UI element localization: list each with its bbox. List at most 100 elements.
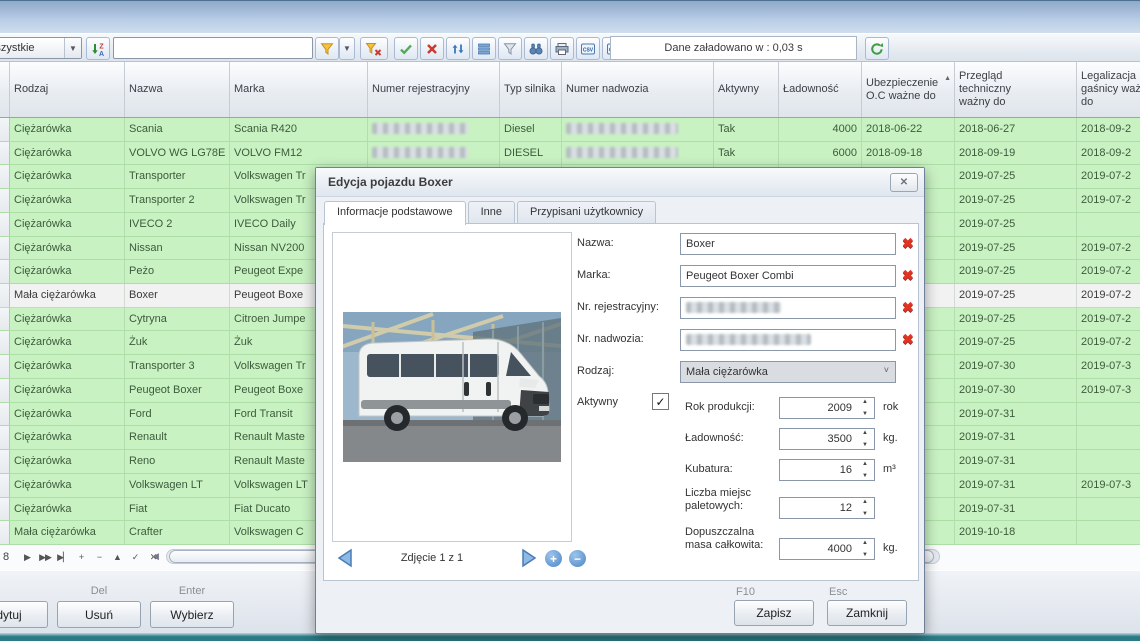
vehicle-form: Nazwa: Boxer ✖ Marka: Peugeot Boxer Combi ✖ Nr… [568, 224, 918, 580]
redacted-text [686, 334, 811, 345]
delete-button[interactable]: Usuń [57, 601, 141, 628]
table-cell: Transporter [125, 165, 230, 189]
column-header[interactable]: Ładowność [779, 62, 862, 117]
close-icon[interactable]: ✕ [890, 173, 918, 192]
marka-field[interactable]: Peugeot Boxer Combi [680, 265, 896, 287]
table-cell: Nissan [125, 236, 230, 260]
column-header[interactable]: Przegląd techniczny ważny do [955, 62, 1077, 117]
field-label: Nr. nadwozia: [577, 333, 644, 345]
dialog-titlebar[interactable]: Edycja pojazdu Boxer ✕ [316, 168, 924, 197]
filter-scope-select[interactable]: Wszystkie ▼ [0, 37, 82, 59]
spinner-icon[interactable]: ▲ ▼ [858, 461, 872, 479]
table-cell: Ciężarówka [10, 355, 125, 378]
column-header[interactable]: Rodzaj [10, 62, 125, 117]
spinner-icon[interactable]: ▲ ▼ [858, 430, 872, 448]
nazwa-field[interactable]: Boxer [680, 233, 896, 255]
table-cell: 2019-07-30 [955, 378, 1077, 402]
column-header[interactable]: Aktywny [714, 62, 779, 117]
sort-az-icon[interactable]: Z A [86, 37, 110, 60]
rok-produkcji-stepper[interactable]: 2009 ▲ ▼ [779, 397, 875, 419]
spinner-icon[interactable]: ▲ ▼ [858, 399, 872, 417]
print-icon[interactable] [550, 37, 574, 60]
row-indicator [0, 450, 10, 473]
clear-filter-icon[interactable] [360, 37, 388, 60]
table-cell: Ciężarówka [10, 236, 125, 260]
table-cell: 2019-07-3 [1077, 379, 1140, 402]
chevron-down-icon[interactable]: ˅ [884, 365, 889, 382]
vehicle-photo [332, 232, 572, 542]
table-cell [368, 118, 500, 141]
select-button[interactable]: Wybierz [150, 601, 234, 628]
table-cell: IVECO 2 [125, 212, 230, 236]
column-header[interactable]: Numer nadwozia [562, 62, 714, 117]
scroll-left-icon[interactable]: ◀ [152, 551, 159, 562]
unit-label: m³ [883, 463, 896, 475]
table-cell: 4000 [779, 118, 862, 141]
nav-next-button[interactable]: ▶ [18, 549, 36, 565]
clear-field-icon[interactable]: ✖ [902, 236, 914, 250]
columns-icon[interactable] [472, 37, 496, 60]
filter-dropdown-icon[interactable]: ▼ [339, 37, 355, 60]
photo-navigation: Zdjęcie 1 z 1 + − [332, 545, 592, 573]
rodzaj-select[interactable]: Mała ciężarówka ˅ [680, 361, 896, 383]
table-row[interactable]: Ciężarówka Scania Scania R420 Diesel Tak 4000… [0, 118, 1140, 142]
add-photo-icon[interactable]: + [545, 550, 562, 567]
tab-przypisani-uzytkownicy[interactable]: Przypisani użytkownicy [516, 201, 657, 224]
kubatura-stepper[interactable]: 16 ▲ ▼ [779, 459, 875, 481]
row-indicator [0, 473, 10, 497]
column-header[interactable]: Numer rejestracyjny [368, 62, 500, 117]
tab-inne[interactable]: Inne [467, 201, 515, 224]
column-header[interactable]: Typ silnika [500, 62, 562, 117]
nav-insert-button[interactable]: + [72, 549, 90, 565]
tab-informacje-podstawowe[interactable]: Informacje podstawowe [324, 201, 466, 225]
nr-rejestracyjny-field[interactable] [680, 297, 896, 319]
field-label: Nr. rejestracyjny: [577, 301, 659, 313]
next-photo-icon[interactable] [518, 547, 540, 569]
table-cell: 2019-07-25 [955, 284, 1077, 307]
liczba-miejsc-stepper[interactable]: 12 ▲ ▼ [779, 497, 875, 519]
column-header[interactable]: Marka [230, 62, 368, 117]
nav-edit-button[interactable]: ▲ [108, 549, 126, 565]
search-input[interactable] [113, 37, 313, 59]
apply-filter-icon[interactable] [394, 37, 418, 60]
filter-panel-icon[interactable] [498, 37, 522, 60]
clear-field-icon[interactable]: ✖ [902, 300, 914, 314]
nav-last-button[interactable]: ▶▏ [54, 549, 72, 565]
close-key-hint: Esc [829, 586, 848, 598]
chevron-down-icon[interactable]: ▼ [64, 38, 81, 58]
spinner-icon[interactable]: ▲ ▼ [858, 540, 872, 558]
edit-button[interactable]: Edytuj [0, 601, 48, 628]
table-cell: 2019-07-31 [955, 450, 1077, 473]
row-indicator [0, 402, 10, 426]
cancel-filter-icon[interactable] [420, 37, 444, 60]
spinner-icon[interactable]: ▲ ▼ [858, 499, 872, 517]
clear-field-icon[interactable]: ✖ [902, 332, 914, 346]
close-button[interactable]: Zamknij [827, 600, 907, 626]
ladownosc-stepper[interactable]: 3500 ▲ ▼ [779, 428, 875, 450]
masa-calkowita-stepper[interactable]: 4000 ▲ ▼ [779, 538, 875, 560]
table-cell: 2019-07-31 [955, 497, 1077, 521]
nav-fast-forward-button[interactable]: ▶▶ [36, 549, 54, 565]
row-indicator [0, 236, 10, 260]
column-header[interactable]: Ubezpieczenie O.C ważne do ▲ [862, 62, 955, 117]
nav-post-button[interactable]: ✓ [126, 549, 144, 565]
column-header[interactable]: Legalizacja gaśnicy ważna do [1077, 62, 1140, 117]
table-cell: 2018-09-18 [862, 141, 955, 165]
column-header[interactable]: Nazwa [125, 62, 230, 117]
table-cell: Crafter [125, 521, 230, 544]
save-button[interactable]: Zapisz [734, 600, 814, 626]
sort-icon[interactable] [446, 37, 470, 60]
filter-icon[interactable] [315, 37, 339, 60]
table-cell: 2019-07-25 [955, 165, 1077, 189]
table-cell: 2019-10-18 [955, 521, 1077, 544]
previous-photo-icon[interactable] [334, 547, 356, 569]
find-icon[interactable] [524, 37, 548, 60]
table-row[interactable]: Ciężarówka VOLVO WG LG78E VOLVO FM12 DIESEL… [0, 141, 1140, 166]
nr-nadwozia-field[interactable] [680, 329, 896, 351]
refresh-icon[interactable] [865, 37, 889, 60]
redacted-text [566, 123, 678, 134]
export-csv-icon[interactable]: CSV [576, 37, 600, 60]
table-cell: 2018-09-2 [1077, 142, 1140, 165]
nav-delete-button[interactable]: − [90, 549, 108, 565]
clear-field-icon[interactable]: ✖ [902, 268, 914, 282]
